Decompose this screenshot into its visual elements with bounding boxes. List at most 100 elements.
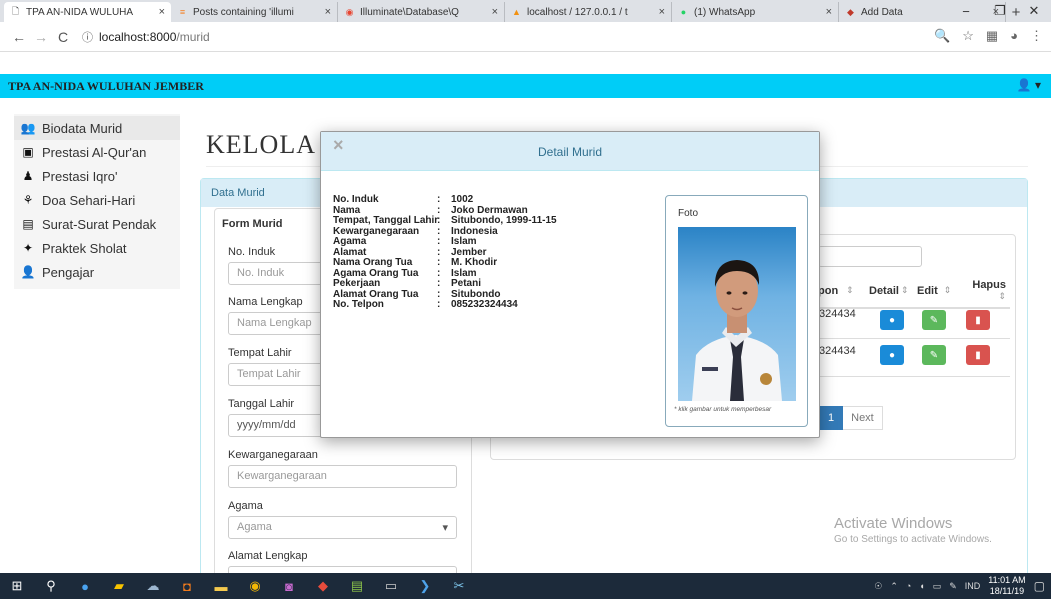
column-header-hapus[interactable]: Hapus ⇕ (966, 272, 1006, 309)
detail-row: No. Telpon:085232324434 (333, 299, 557, 311)
restore-icon[interactable]: ❐ (983, 0, 1017, 22)
sidebar-item-prestasi-quran[interactable]: ▣ Prestasi Al-Qur'an (14, 140, 180, 164)
sidebar-item-praktek-sholat[interactable]: ✦ Praktek Sholat (14, 236, 180, 260)
snipping-icon[interactable]: ✂ (442, 573, 476, 599)
detail-row: Agama: Islam (333, 236, 557, 248)
notepad-icon[interactable]: ▤ (340, 573, 374, 599)
whatsapp-icon: ● (680, 7, 687, 17)
detail-label: Agama (333, 236, 367, 247)
row-divider (818, 376, 1010, 377)
trash-icon: ▮ (975, 349, 981, 361)
field-label: Agama (228, 500, 263, 512)
profile-icon[interactable]: ◕ (1010, 28, 1018, 44)
user-icon: 👤 (1016, 78, 1032, 92)
forward-icon[interactable]: → (30, 29, 52, 45)
edit-button[interactable]: ✎ (922, 310, 946, 330)
terminal-icon[interactable]: ▭ (374, 573, 408, 599)
tray-chevron-icon[interactable]: ⌃ (890, 581, 898, 592)
user-menu[interactable]: 👤 ▾ (1017, 78, 1041, 92)
url-field[interactable]: ⓘ localhost:8000/murid (82, 29, 932, 45)
git-icon[interactable]: ◆ (306, 573, 340, 599)
close-tab-icon[interactable]: × (159, 6, 165, 18)
close-tab-icon[interactable]: × (492, 6, 498, 18)
extension-icon[interactable]: ▦ (986, 28, 998, 44)
column-header-telpon[interactable]: pon ⇕ (818, 272, 854, 309)
sticky-notes-icon[interactable]: ▰ (102, 573, 136, 599)
delete-button[interactable]: ▮ (966, 345, 990, 365)
start-icon[interactable]: ⊞ (0, 573, 34, 599)
modal-title: Detail Murid (537, 145, 603, 159)
chrome-icon[interactable]: ◉ (238, 573, 272, 599)
sidebar-item-surat[interactable]: ▤ Surat-Surat Pendak (14, 212, 180, 236)
page-1-button[interactable]: 1 (819, 406, 844, 430)
zoom-icon[interactable]: 🔍 (934, 28, 950, 44)
clock[interactable]: 11:01 AM 18/11/19 (988, 575, 1025, 597)
detail-value: 085232324434 (451, 299, 518, 310)
back-icon[interactable]: ← (8, 29, 30, 45)
detail-colon: : (437, 257, 441, 268)
app-navbar: TPA AN-NIDA WULUHAN JEMBER 👤 ▾ (0, 74, 1051, 98)
eye-icon: ● (888, 349, 896, 361)
sublime-icon[interactable]: ◘ (170, 573, 204, 599)
user-plus-icon: 👤 (20, 265, 36, 279)
kewarganegaraan-input[interactable]: Kewarganegaraan (228, 465, 457, 488)
edit-button[interactable]: ✎ (922, 345, 946, 365)
agama-select-value: Agama (237, 521, 272, 533)
student-photo[interactable] (678, 227, 796, 401)
close-tab-icon[interactable]: × (826, 6, 832, 18)
browser-tab[interactable]: ≡ Posts containing 'illumi × (171, 2, 338, 22)
agama-select[interactable]: Agama (228, 516, 457, 539)
close-tab-icon[interactable]: × (325, 6, 331, 18)
users-icon: 👥 (20, 121, 36, 135)
detail-button[interactable]: ● (880, 310, 904, 330)
minimize-icon[interactable]: − (949, 0, 983, 22)
graduation-cap-icon: ◆ (847, 6, 854, 17)
trash-icon: ▮ (975, 314, 981, 326)
battery-icon[interactable]: ▭ (933, 581, 942, 592)
reload-icon[interactable]: C (52, 29, 74, 45)
sidebar-item-prestasi-iqro[interactable]: ♟ Prestasi Iqro' (14, 164, 180, 188)
detail-button[interactable]: ● (880, 345, 904, 365)
column-label: Edit (917, 284, 938, 297)
info-icon[interactable]: ⓘ (82, 29, 93, 45)
pagination: 1 Next (819, 406, 883, 430)
pray-icon: ⚘ (22, 193, 34, 207)
phpstorm-icon[interactable]: ◙ (272, 573, 306, 599)
sidebar-item-doa[interactable]: ⚘ Doa Sehari-Hari (14, 188, 180, 212)
sidebar-item-label: Biodata Murid (42, 120, 123, 136)
sort-icon: ⇕ (846, 285, 854, 295)
sort-icon: ⇕ (998, 291, 1006, 301)
notifications-icon[interactable]: ▢ (1034, 579, 1045, 593)
sidebar-item-label: Prestasi Al-Qur'an (42, 144, 147, 160)
pen-icon[interactable]: ✎ (949, 581, 957, 592)
column-header-detail[interactable]: Detail ⇕ (869, 272, 909, 309)
powershell-icon[interactable]: ❯ (408, 573, 442, 599)
sidebar-item-biodata-murid[interactable]: 👥 Biodata Murid (14, 116, 180, 140)
detail-list: No. Induk:1002 Nama: Joko Dermawan Tempat… (333, 194, 557, 311)
column-label: Hapus (972, 279, 1006, 291)
wifi-icon[interactable]: ◔ (906, 581, 911, 591)
delete-button[interactable]: ▮ (966, 310, 990, 330)
browser-tab[interactable]: 🗋 TPA AN-NIDA WULUHA × (4, 2, 171, 22)
browser-tab[interactable]: ▲ localhost / 127.0.0.1 / t × (505, 2, 672, 22)
tab-title: Posts containing 'illumi (193, 6, 294, 18)
cloud-icon[interactable]: ☁ (136, 573, 170, 599)
bookmark-star-icon[interactable]: ☆ (962, 28, 974, 44)
sidebar-item-pengajar[interactable]: 👤 Pengajar (14, 260, 180, 284)
browser-tab[interactable]: ◉ Illuminate\Database\Q × (338, 2, 505, 22)
search-icon[interactable]: ⚲ (34, 573, 68, 599)
file-explorer-icon[interactable]: ▬ (204, 573, 238, 599)
people-icon[interactable]: ● (68, 573, 102, 599)
search-input[interactable] (818, 246, 922, 267)
close-tab-icon[interactable]: × (659, 6, 665, 18)
browser-tab[interactable]: ● (1) WhatsApp × (672, 2, 839, 22)
next-page-button[interactable]: Next (843, 406, 883, 430)
brand-link[interactable]: TPA AN-NIDA WULUHAN JEMBER (8, 79, 204, 94)
sort-icon: ⇕ (943, 285, 952, 295)
volume-icon[interactable]: ◖ (919, 581, 924, 591)
column-header-edit[interactable]: Edit ⇕ (917, 272, 951, 309)
people-tray-icon[interactable]: ☉ (874, 581, 882, 592)
close-window-icon[interactable]: ✕ (1017, 0, 1051, 22)
menu-icon[interactable]: ⋮ (1030, 28, 1043, 44)
language-indicator[interactable]: IND (965, 581, 981, 591)
